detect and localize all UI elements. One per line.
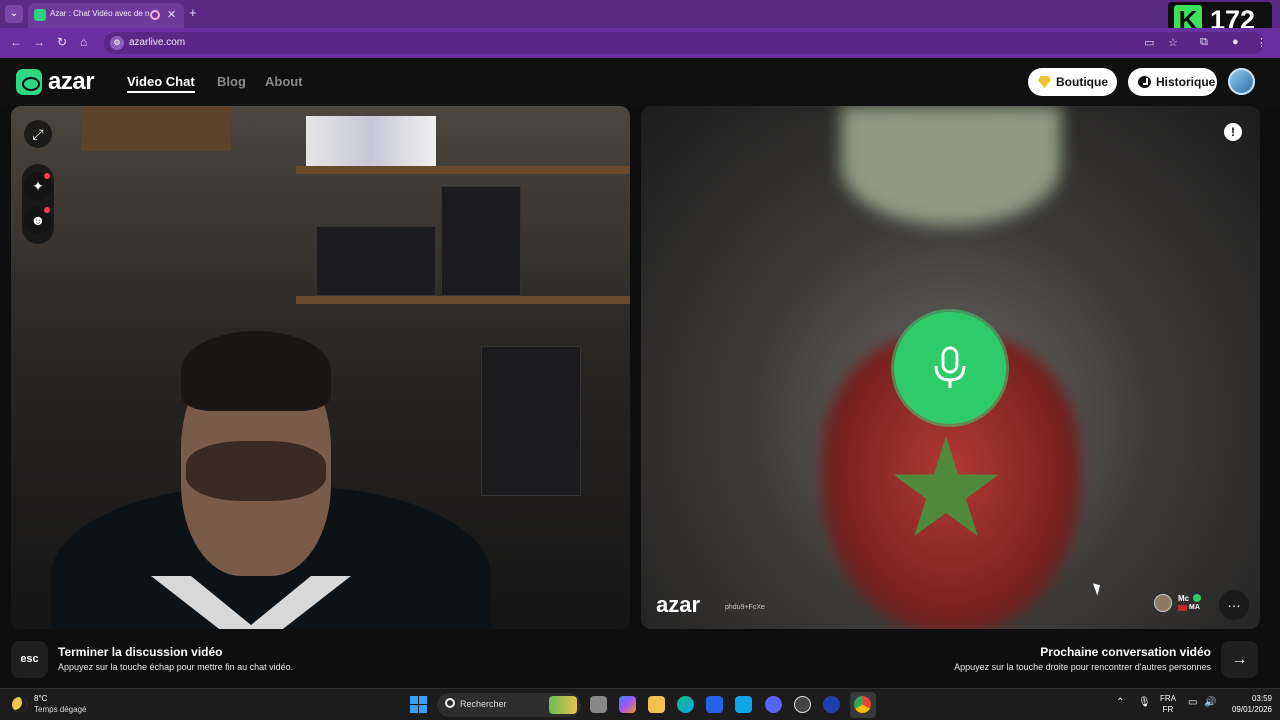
shelf (296, 166, 630, 174)
search-highlight-image (549, 696, 577, 714)
boxes (441, 186, 521, 296)
shop-button[interactable]: Boutique (1028, 68, 1117, 96)
url-field[interactable]: ⚙ azarlive.com ▭ ☆ ⧉ ● ⋮ (104, 32, 1267, 54)
nav-blog[interactable]: Blog (217, 74, 246, 89)
history-button[interactable]: Historique (1128, 68, 1217, 96)
peer-country: MA (1189, 604, 1200, 611)
mail-icon[interactable] (735, 696, 752, 713)
browser-profile-icon[interactable]: ● (1232, 36, 1239, 48)
windows-taskbar: 8°C Temps dégagé Rechercher ⌃ 🎙 FRA FR ▭… (0, 688, 1280, 720)
clock-time[interactable]: 03:59 (1222, 694, 1272, 703)
obs-icon[interactable] (794, 696, 811, 713)
end-chat-subtitle: Appuyez sur la touche échap pour mettre … (58, 662, 294, 672)
azar-watermark: azar (656, 592, 701, 617)
tab-search-button[interactable]: ⌄ (5, 5, 23, 23)
user-avatar[interactable] (1228, 68, 1255, 95)
mouse-cursor-icon (1092, 581, 1104, 596)
back-arrow-icon[interactable]: ← (10, 35, 22, 49)
azar-logo-icon[interactable] (16, 69, 42, 95)
shop-label: Boutique (1056, 75, 1108, 89)
task-view-icon[interactable] (590, 696, 607, 713)
report-icon[interactable]: ! (1224, 123, 1242, 141)
browser-menu-icon[interactable]: ⋮ (1256, 36, 1267, 49)
notification-dot (44, 207, 50, 213)
search-placeholder: Rechercher (460, 699, 507, 709)
verified-badge-icon (1193, 594, 1201, 602)
chat-icon[interactable] (1219, 590, 1249, 620)
extensions-icon[interactable]: ⧉ (1200, 36, 1208, 49)
books (306, 116, 436, 166)
recording-indicator-icon (150, 10, 160, 20)
close-tab-icon[interactable]: ✕ (167, 8, 176, 21)
forward-arrow-icon[interactable]: → (33, 35, 45, 49)
microphone-icon[interactable] (894, 312, 1006, 424)
bottom-action-bar: esc Terminer la discussion vidéo Appuyez… (0, 633, 1280, 688)
end-chat-button[interactable]: esc (11, 641, 48, 678)
app-icon[interactable] (823, 696, 840, 713)
edge-icon[interactable] (677, 696, 694, 713)
person-glasses (186, 441, 326, 501)
browser-tab[interactable]: Azar : Chat Vidéo avec de n ✕ (28, 3, 184, 28)
nav-about[interactable]: About (265, 74, 303, 89)
watermark-id: phdu9+FcXe (725, 604, 765, 611)
local-video-feed: ⤢ ✦ ☻ (11, 106, 630, 629)
weather-description[interactable]: Temps dégagé (34, 705, 86, 714)
browser-tab-bar: ⌄ Azar : Chat Vidéo avec de n ✕ + (0, 0, 1280, 28)
chrome-icon[interactable] (854, 696, 871, 713)
next-chat-subtitle: Appuyez sur la touche droite pour rencon… (954, 662, 1211, 672)
site-info-icon[interactable]: ⚙ (110, 36, 124, 50)
azar-logo-text[interactable]: azar (48, 68, 95, 96)
url-text: azarlive.com (129, 37, 186, 48)
clock-date[interactable]: 09/01/2026 (1222, 705, 1272, 714)
search-icon (445, 698, 455, 708)
microphone-tray-icon[interactable]: 🎙 (1138, 697, 1151, 708)
person-hair (181, 331, 331, 411)
moon-weather-icon[interactable] (12, 697, 27, 712)
store-icon[interactable] (706, 696, 723, 713)
boxes (316, 226, 436, 296)
next-chat-title: Prochaine conversation vidéo (1040, 645, 1211, 659)
keyboard-layout[interactable]: FR (1158, 705, 1178, 714)
history-label: Historique (1156, 75, 1216, 89)
copilot-icon[interactable] (619, 696, 636, 713)
expand-icon[interactable]: ⤢ (24, 120, 52, 148)
notification-dot (44, 173, 50, 179)
boxes (481, 346, 581, 496)
clock-icon (1138, 76, 1151, 88)
new-tab-button[interactable]: + (189, 5, 197, 20)
peer-info[interactable]: Mc MA (1151, 590, 1211, 620)
reload-icon[interactable]: ↻ (57, 35, 67, 49)
azar-favicon-icon (34, 9, 46, 21)
home-icon[interactable]: ⌂ (80, 35, 87, 49)
blurred-crown (841, 106, 1061, 226)
shelf (296, 296, 630, 304)
site-header: azar Video Chat Blog About Boutique Hist… (0, 58, 1280, 106)
volume-icon[interactable]: 🔊 (1204, 697, 1216, 708)
discord-icon[interactable] (765, 696, 782, 713)
remote-video-feed: ! azar phdu9+FcXe Mc MA (641, 106, 1260, 629)
network-icon[interactable]: ▭ (1188, 697, 1197, 708)
tray-overflow-icon[interactable]: ⌃ (1116, 697, 1124, 708)
bookmark-star-icon[interactable]: ☆ (1168, 36, 1178, 49)
peer-avatar (1154, 594, 1172, 612)
file-explorer-icon[interactable] (648, 696, 665, 713)
gem-icon (1038, 76, 1051, 88)
tab-title: Azar : Chat Vidéo avec de n (50, 9, 150, 18)
windows-start-icon[interactable] (410, 696, 427, 713)
weather-temperature[interactable]: 8°C (34, 694, 47, 703)
end-chat-title: Terminer la discussion vidéo (58, 645, 223, 659)
install-app-icon[interactable]: ▭ (1144, 36, 1154, 49)
browser-address-bar: ← → ↻ ⌂ ⚙ azarlive.com ▭ ☆ ⧉ ● ⋮ (0, 28, 1280, 58)
arrow-right-icon[interactable]: → (1221, 641, 1258, 678)
cabinet (81, 106, 231, 151)
effects-toolbar: ✦ ☻ (22, 164, 54, 244)
morocco-flag-icon (1178, 605, 1187, 611)
peer-name: Mc (1178, 594, 1190, 603)
nav-video-chat[interactable]: Video Chat (127, 74, 195, 93)
language-code[interactable]: FRA (1158, 694, 1178, 703)
taskbar-search[interactable]: Rechercher (437, 693, 581, 717)
